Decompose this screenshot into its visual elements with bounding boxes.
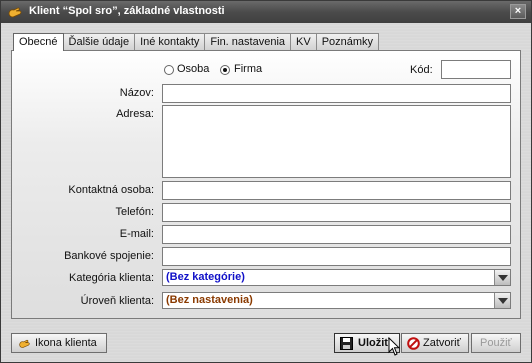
floppy-disk-icon <box>340 337 353 350</box>
apply-button[interactable]: Použiť <box>471 333 521 353</box>
cancel-icon <box>407 337 420 350</box>
category-label: Kategória klienta: <box>69 272 154 284</box>
chevron-down-icon[interactable] <box>494 270 510 285</box>
bank-label: Bankové spojenie: <box>64 250 154 262</box>
mouse-cursor-icon <box>388 337 400 356</box>
chevron-down-icon[interactable] <box>494 293 510 308</box>
radio-firma[interactable] <box>220 65 230 75</box>
radio-osoba-label: Osoba <box>177 63 210 75</box>
title-bar[interactable]: Klient “Spol sro”, základné vlastnosti × <box>1 1 531 23</box>
category-select[interactable]: (Bez kategórie) <box>162 269 511 286</box>
save-button-label: Uložiť <box>358 337 390 349</box>
client-hand-icon <box>8 7 22 18</box>
tab-poznamky[interactable]: Poznámky <box>315 33 380 50</box>
close-button[interactable]: Zatvoriť <box>401 333 469 353</box>
client-icon-button[interactable]: Ikona klienta <box>11 333 107 353</box>
name-label: Názov: <box>119 87 154 99</box>
general-tab-panel: Osoba Firma Kód: Názov: Adresa: Kontaktn… <box>11 50 521 319</box>
close-button-label: Zatvoriť <box>423 337 461 349</box>
name-input[interactable] <box>162 84 511 103</box>
phone-label: Telefón: <box>115 206 154 218</box>
tab-kv[interactable]: KV <box>290 33 317 50</box>
phone-input[interactable] <box>162 203 511 222</box>
email-input[interactable] <box>162 225 511 244</box>
radio-osoba[interactable] <box>164 65 174 75</box>
address-textarea[interactable] <box>162 105 511 178</box>
category-value: (Bez kategórie) <box>166 271 245 283</box>
contact-person-label: Kontaktná osoba: <box>68 184 154 196</box>
bank-input[interactable] <box>162 247 511 266</box>
level-value: (Bez nastavenia) <box>166 294 253 306</box>
tab-bar: Obecné Ďalšie údaje Iné kontakty Fin. na… <box>13 33 380 51</box>
tab-ine-kontakty[interactable]: Iné kontakty <box>134 33 206 50</box>
radio-firma-label: Firma <box>234 63 263 75</box>
dialog-window: Klient “Spol sro”, základné vlastnosti ×… <box>0 0 532 363</box>
code-label: Kód: <box>410 64 433 76</box>
window-title: Klient “Spol sro”, základné vlastnosti <box>29 5 225 17</box>
contact-person-input[interactable] <box>162 181 511 200</box>
tab-fin-nastavenia[interactable]: Fin. nastavenia <box>204 33 292 50</box>
level-select[interactable]: (Bez nastavenia) <box>162 292 511 309</box>
code-input[interactable] <box>441 60 511 79</box>
client-icon-button-label: Ikona klienta <box>35 337 97 349</box>
apply-button-label: Použiť <box>480 337 512 349</box>
tab-dalsie-udaje[interactable]: Ďalšie údaje <box>62 33 136 50</box>
level-label: Úroveň klienta: <box>80 295 154 307</box>
close-window-button[interactable]: × <box>510 4 526 19</box>
email-label: E-mail: <box>119 228 154 240</box>
client-hand-icon <box>19 339 30 348</box>
address-label: Adresa: <box>116 108 154 120</box>
tab-obecne[interactable]: Obecné <box>13 33 64 51</box>
